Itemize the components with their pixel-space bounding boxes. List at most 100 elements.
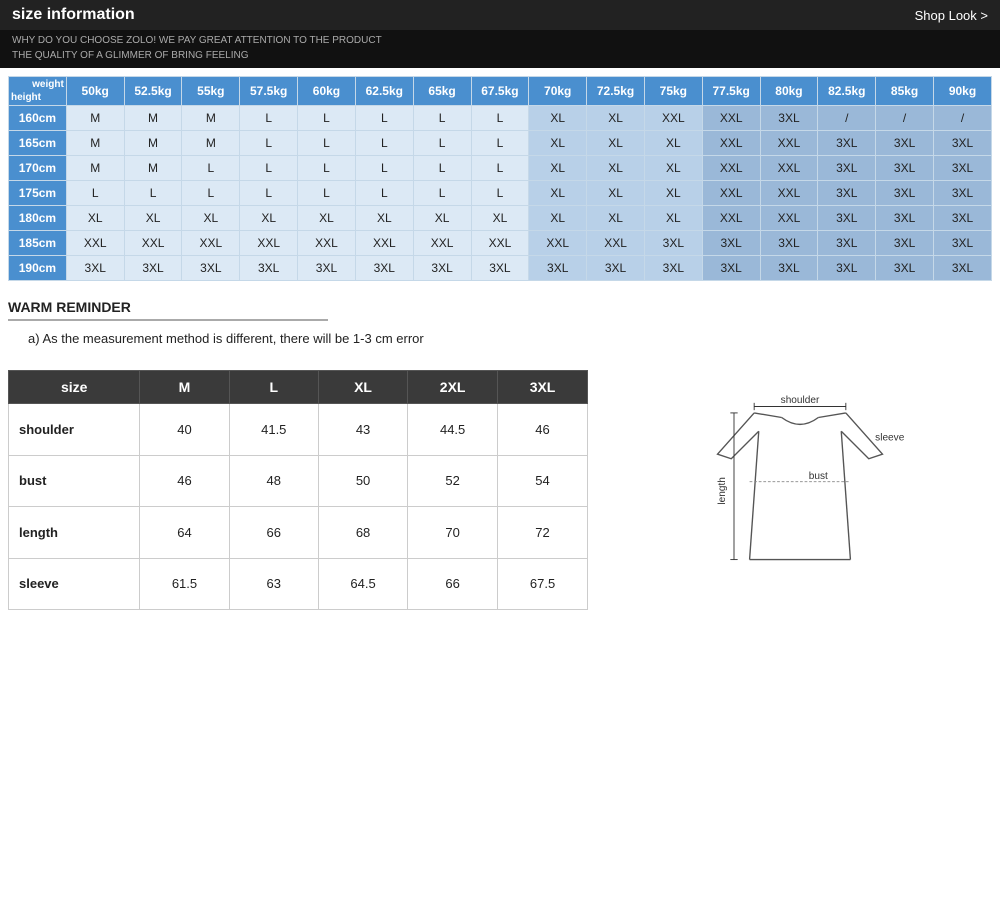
weight-header: 70kg (529, 77, 587, 106)
height-row-header: 190cm (9, 256, 67, 281)
size-cell: 3XL (818, 231, 876, 256)
warm-reminder-item: a) As the measurement method is differen… (28, 331, 984, 346)
size-value-cell: 61.5 (140, 558, 229, 610)
size-measurement-table: sizeMLXL2XL3XL shoulder4041.54344.546bus… (8, 370, 588, 610)
size-cell: XL (124, 206, 182, 231)
weight-header: 50kg (66, 77, 124, 106)
height-row-header: 160cm (9, 106, 67, 131)
garment-svg: shoulder bust length (690, 390, 910, 610)
size-cell: XXL (702, 131, 760, 156)
size-cell: 3XL (413, 256, 471, 281)
size-cell: L (355, 181, 413, 206)
size-cell: XXL (587, 231, 645, 256)
height-label: height (11, 92, 64, 103)
size-cell: 3XL (298, 256, 356, 281)
size-cell: XL (240, 206, 298, 231)
shop-look-link[interactable]: Shop Look > (915, 8, 988, 23)
size-cell: XL (587, 181, 645, 206)
bust-label: bust (809, 471, 828, 482)
size-cell: M (66, 106, 124, 131)
size-cell: 3XL (644, 256, 702, 281)
table-row: 185cmXXLXXLXXLXXLXXLXXLXXLXXLXXLXXL3XL3X… (9, 231, 992, 256)
size-cell: L (240, 156, 298, 181)
size-value-cell: 72 (498, 507, 588, 559)
size-value-cell: 46 (140, 455, 229, 507)
size-section: sizeMLXL2XL3XL shoulder4041.54344.546 bus… (0, 358, 1000, 610)
size-cell: 3XL (876, 231, 934, 256)
size-cell: XXL (355, 231, 413, 256)
size-col-header: L (229, 371, 318, 404)
size-cell: XL (471, 206, 529, 231)
size-cell: L (240, 181, 298, 206)
size-row-label: length (9, 507, 140, 559)
size-cell: XXL (298, 231, 356, 256)
size-cell: XXL (471, 231, 529, 256)
size-cell: / (818, 106, 876, 131)
size-cell: 3XL (934, 256, 992, 281)
size-cell: 3XL (876, 156, 934, 181)
size-cell: XL (413, 206, 471, 231)
size-cell: 3XL (529, 256, 587, 281)
weight-height-table: weight height 50kg52.5kg55kg57.5kg60kg62… (8, 76, 992, 281)
size-cell: L (471, 181, 529, 206)
size-value-cell: 43 (318, 404, 407, 456)
size-cell: 3XL (934, 231, 992, 256)
size-cell: 3XL (818, 181, 876, 206)
weight-label: weight (11, 79, 64, 90)
size-cell: XL (298, 206, 356, 231)
table-row: 190cm3XL3XL3XL3XL3XL3XL3XL3XL3XL3XL3XL3X… (9, 256, 992, 281)
size-cell: M (124, 106, 182, 131)
size-cell: L (413, 181, 471, 206)
size-col-header: M (140, 371, 229, 404)
size-cell: L (413, 106, 471, 131)
weight-header: 77.5kg (702, 77, 760, 106)
size-cell: L (355, 131, 413, 156)
warm-reminder-section: WARM REMINDER a) As the measurement meth… (0, 281, 1000, 358)
sleeve-label: sleeve (875, 432, 905, 443)
size-cell: XXL (240, 231, 298, 256)
size-cell: 3XL (702, 231, 760, 256)
size-cell: XXL (124, 231, 182, 256)
size-cell: M (182, 106, 240, 131)
height-row-header: 170cm (9, 156, 67, 181)
size-row: length6466687072 (9, 507, 588, 559)
size-cell: L (298, 156, 356, 181)
corner-cell: weight height (9, 77, 67, 106)
size-cell: 3XL (760, 231, 818, 256)
size-cell: XXL (760, 206, 818, 231)
size-cell: 3XL (182, 256, 240, 281)
size-row: shoulder4041.54344.546 (9, 404, 588, 456)
size-cell: L (298, 181, 356, 206)
size-cell: 3XL (934, 181, 992, 206)
size-cell: XXL (413, 231, 471, 256)
size-cell: 3XL (818, 206, 876, 231)
size-cell: 3XL (818, 131, 876, 156)
size-value-cell: 50 (318, 455, 407, 507)
size-cell: L (240, 106, 298, 131)
size-cell: XXL (702, 106, 760, 131)
size-cell: L (471, 156, 529, 181)
size-cell: M (182, 131, 240, 156)
size-cell: 3XL (934, 206, 992, 231)
size-cell: XL (587, 131, 645, 156)
subtitle-section: WHY DO YOU CHOOSE ZOLO! WE PAY GREAT ATT… (0, 30, 1000, 68)
size-cell: / (934, 106, 992, 131)
size-cell: XL (66, 206, 124, 231)
weight-header: 75kg (644, 77, 702, 106)
size-col-header: XL (318, 371, 407, 404)
size-cell: 3XL (240, 256, 298, 281)
size-cell: L (298, 131, 356, 156)
size-value-cell: 67.5 (498, 558, 588, 610)
size-cell: XL (182, 206, 240, 231)
size-cell: XL (644, 181, 702, 206)
size-cell: XL (587, 106, 645, 131)
size-value-cell: 70 (408, 507, 498, 559)
size-cell: L (124, 181, 182, 206)
length-label: length (717, 477, 728, 504)
size-header-row: sizeMLXL2XL3XL (9, 371, 588, 404)
size-cell: M (124, 156, 182, 181)
size-cell: 3XL (934, 156, 992, 181)
weight-header: 72.5kg (587, 77, 645, 106)
size-value-cell: 44.5 (408, 404, 498, 456)
table-row: 180cmXLXLXLXLXLXLXLXLXLXLXLXXLXXL3XL3XL3… (9, 206, 992, 231)
